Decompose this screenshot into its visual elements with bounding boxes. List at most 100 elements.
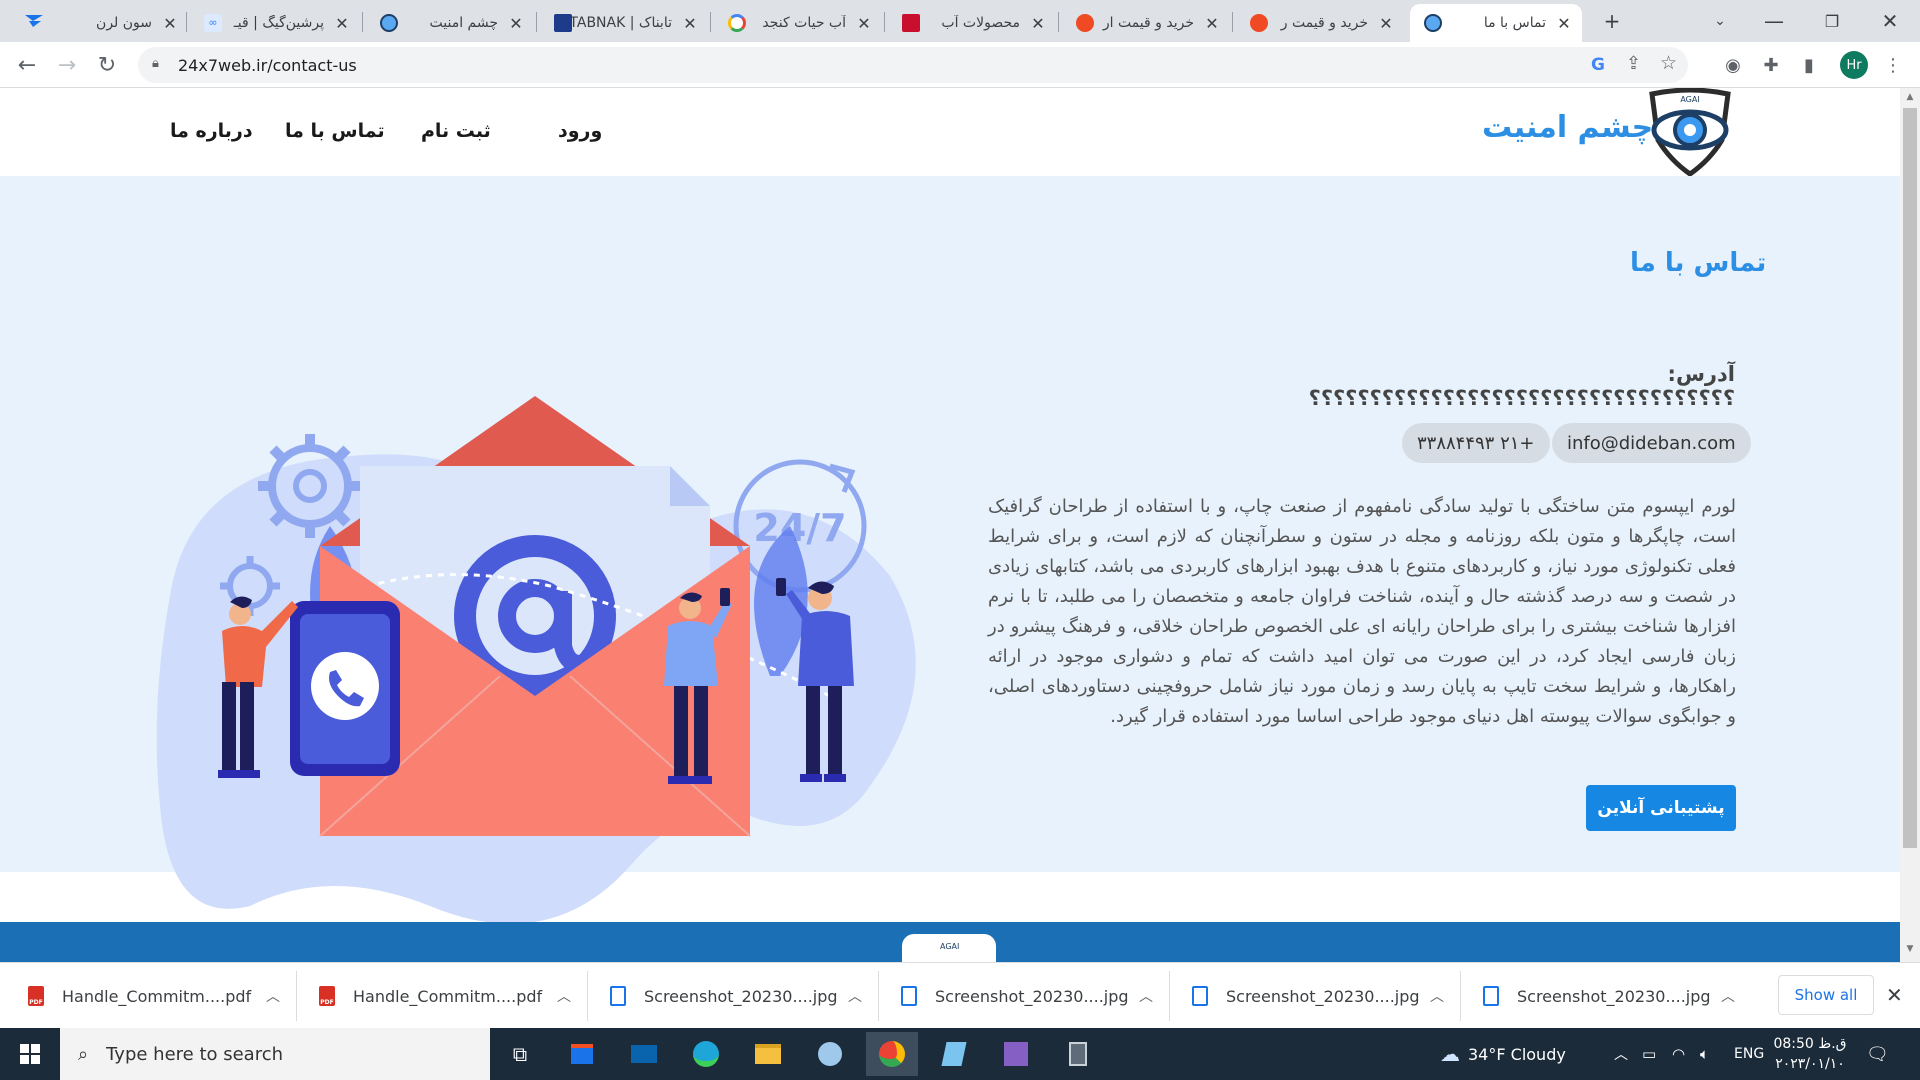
task-view-icon[interactable]: ⧉ <box>494 1032 546 1076</box>
download-item[interactable]: Screenshot_20230....jpg ︿ <box>1463 969 1753 1023</box>
taskbar-search-box[interactable]: ⌕ Type here to search <box>60 1028 490 1080</box>
download-shelf: PDF Handle_Commitm....pdf ︿ PDF Handle_C… <box>0 962 1920 1028</box>
close-icon[interactable]: ✕ <box>1378 14 1394 33</box>
chevron-up-icon[interactable]: ︿ <box>1721 986 1735 1006</box>
email-pill[interactable]: info@dideban.com <box>1552 423 1751 463</box>
weather-widget[interactable]: ☁ 34°F Cloudy <box>1440 1028 1566 1080</box>
reload-icon[interactable]: ↻ <box>92 50 122 80</box>
scroll-down-arrow-icon[interactable]: ▼ <box>1903 944 1917 958</box>
tab-search-chevron-icon[interactable]: ⌄ <box>1700 6 1740 36</box>
download-filename: Screenshot_20230....jpg <box>1226 986 1420 1006</box>
tab-persiangig[interactable]: ✕ پرشین‌گیگ | قیـ ∞ <box>190 4 360 42</box>
download-item[interactable]: Screenshot_20230....jpg ︿ <box>590 969 880 1023</box>
digikala-icon <box>1076 14 1094 32</box>
download-item[interactable]: Screenshot_20230....jpg ︿ <box>1172 969 1462 1023</box>
eye-shield-logo[interactable]: AGAI <box>1640 88 1740 176</box>
notifications-icon[interactable]: 🗨︎ <box>1866 1028 1889 1080</box>
chrome-icon[interactable] <box>866 1032 918 1076</box>
tab-title: تماس با ما <box>1483 15 1546 31</box>
download-item[interactable]: Screenshot_20230....jpg ︿ <box>881 969 1171 1023</box>
nav-login[interactable]: ورود <box>558 120 602 142</box>
nav-contact[interactable]: تماس با ما <box>285 120 385 142</box>
tab-mahsoolat[interactable]: ✕ محصولات آب <box>888 4 1056 42</box>
taskbar-clock[interactable]: 08:50 ق.ظ ۲۰۲۳/۰۱/۱۰ <box>1770 1034 1850 1074</box>
volume-icon[interactable]: 🔈︎ <box>1700 1028 1709 1080</box>
online-support-button[interactable]: پشتیبانی آنلاین <box>1586 785 1736 831</box>
chevron-up-icon[interactable]: ︿ <box>266 986 280 1006</box>
eye-logo-icon <box>380 14 398 32</box>
pdf-file-icon: PDF <box>319 986 335 1006</box>
tab-contact-us-active[interactable]: ✕ تماس با ما <box>1410 4 1582 42</box>
close-icon[interactable]: ✕ <box>508 14 524 33</box>
maximize-button[interactable]: ❐ <box>1812 6 1852 36</box>
close-icon[interactable]: ✕ <box>162 14 178 33</box>
side-panel-icon[interactable]: ▮ <box>1796 52 1822 78</box>
paint-icon[interactable] <box>804 1032 856 1076</box>
tab-sevenlearn[interactable]: ✕ سون لرن <box>48 4 188 42</box>
site-brand-name[interactable]: چشم امنیت <box>1482 110 1653 145</box>
close-icon[interactable]: ✕ <box>682 14 698 33</box>
nav-register[interactable]: ثبت نام <box>421 120 491 142</box>
digikala-icon <box>1250 14 1268 32</box>
address-bar[interactable]: 🔒︎ 24x7web.ir/contact-us G ⇪ ☆ <box>138 47 1688 83</box>
scrollbar-thumb[interactable] <box>1903 108 1917 848</box>
show-hidden-icons-chevron-icon[interactable]: ︿ <box>1614 1028 1628 1080</box>
tab-title: خرید و قیمت ار <box>1102 15 1194 31</box>
tab-digikala-1[interactable]: ✕ خرید و قیمت ار <box>1062 4 1230 42</box>
mail-icon[interactable] <box>618 1032 670 1076</box>
close-icon[interactable]: ✕ <box>334 14 350 33</box>
show-all-downloads-button[interactable]: Show all <box>1778 975 1874 1015</box>
tab-digikala-2[interactable]: ✕ خرید و قیمت ر <box>1236 4 1404 42</box>
tab-title: خرید و قیمت ر <box>1280 15 1368 31</box>
windows-logo-icon <box>20 1044 40 1064</box>
image-file-icon <box>1192 986 1208 1006</box>
close-icon[interactable]: ✕ <box>1556 14 1572 33</box>
close-icon[interactable]: ✕ <box>1030 14 1046 33</box>
calculator-icon[interactable] <box>1052 1032 1104 1076</box>
share-icon[interactable]: ⇪ <box>1626 53 1641 74</box>
forward-arrow-icon[interactable]: → <box>52 50 82 80</box>
wifi-icon[interactable]: ◠ <box>1672 1028 1685 1080</box>
lock-icon[interactable]: 🔒︎ <box>152 56 159 71</box>
chevron-up-icon[interactable]: ︿ <box>1139 986 1153 1006</box>
scroll-up-arrow-icon[interactable]: ▲ <box>1903 92 1917 106</box>
battery-icon[interactable]: ▭ <box>1642 1028 1656 1080</box>
tab-cheshm-amniat[interactable]: ✕ چشم امنیت <box>366 4 534 42</box>
download-item[interactable]: PDF Handle_Commitm....pdf ︿ <box>299 969 589 1023</box>
chevron-up-icon[interactable]: ︿ <box>848 986 862 1006</box>
phone-pill[interactable]: +۲۱ ۳۳۸۸۴۴۹۳ <box>1402 423 1550 463</box>
bookmark-star-icon[interactable]: ☆ <box>1660 52 1677 74</box>
close-shelf-icon[interactable]: ✕ <box>1886 983 1903 1007</box>
tab-separator <box>186 12 187 32</box>
contact-section: تماس با ما آدرس: ؟؟؟؟؟؟؟؟؟؟؟؟؟؟؟؟؟؟؟؟؟؟؟… <box>0 176 1900 924</box>
microsoft-store-icon[interactable] <box>556 1032 608 1076</box>
profile-avatar[interactable]: Hr <box>1840 51 1868 79</box>
back-arrow-icon[interactable]: ← <box>12 50 42 80</box>
window-close-button[interactable]: ✕ <box>1870 6 1910 36</box>
visual-studio-icon[interactable] <box>990 1032 1042 1076</box>
search-icon: ⌕ <box>78 1043 89 1065</box>
nav-about[interactable]: درباره ما <box>170 120 253 142</box>
file-explorer-icon[interactable] <box>742 1032 794 1076</box>
edge-icon[interactable] <box>680 1032 732 1076</box>
language-indicator[interactable]: ENG <box>1734 1028 1764 1080</box>
google-lens-icon[interactable]: G <box>1591 55 1605 75</box>
close-icon[interactable]: ✕ <box>856 14 872 33</box>
site-header: درباره ما تماس با ما ثبت نام ورود چشم ام… <box>0 88 1900 176</box>
windows-start-button[interactable] <box>0 1028 60 1080</box>
menu-kebab-icon[interactable]: ⋮ <box>1880 52 1906 78</box>
extension-icon[interactable]: ◉ <box>1720 52 1746 78</box>
chevron-up-icon[interactable]: ︿ <box>557 986 571 1006</box>
chevron-up-icon[interactable]: ︿ <box>1430 986 1444 1006</box>
blue-app-icon[interactable] <box>928 1032 980 1076</box>
url-text[interactable]: 24x7web.ir/contact-us <box>178 56 357 75</box>
puzzle-extensions-icon[interactable]: ✚ <box>1758 52 1784 78</box>
minimize-button[interactable]: — <box>1754 6 1794 36</box>
download-item[interactable]: PDF Handle_Commitm....pdf ︿ <box>8 969 298 1023</box>
tab-ab-hayat[interactable]: ✕ آب حیات کنجد <box>714 4 882 42</box>
close-icon[interactable]: ✕ <box>1204 14 1220 33</box>
tab-tabnak[interactable]: ✕ تابناک | TABNAK <box>540 4 708 42</box>
footer-logo[interactable]: AGAI <box>902 934 996 962</box>
tab-title: تابناک | TABNAK <box>572 15 672 31</box>
new-tab-button[interactable]: + <box>1592 6 1632 36</box>
